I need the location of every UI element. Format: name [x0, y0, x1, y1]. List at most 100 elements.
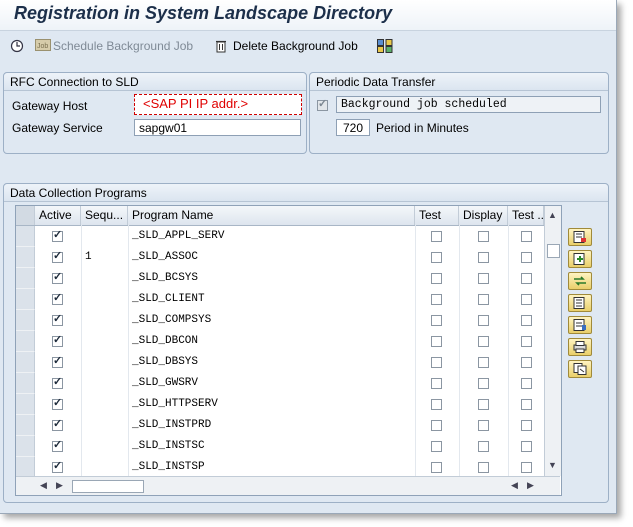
row-selector[interactable] [16, 289, 35, 310]
column-header-test-2[interactable]: Test ... [508, 206, 544, 225]
display-checkbox[interactable] [478, 420, 489, 431]
active-checkbox[interactable] [52, 291, 63, 305]
scroll-down-icon[interactable]: ▼ [548, 460, 557, 470]
column-header-display[interactable]: Display [459, 206, 508, 225]
scroll-left-2-icon[interactable]: ◀ [511, 480, 518, 491]
active-checkbox[interactable] [52, 270, 63, 284]
active-checkbox[interactable] [52, 417, 63, 431]
test-checkbox[interactable] [431, 378, 442, 389]
table-row[interactable]: _SLD_DBCON [16, 331, 544, 352]
test-checkbox[interactable] [431, 252, 442, 263]
scroll-left-icon[interactable]: ◀ [40, 480, 47, 491]
row-selector[interactable] [16, 352, 35, 373]
table-row[interactable]: 1 _SLD_ASSOC [16, 247, 544, 268]
test-2-checkbox[interactable] [521, 231, 532, 242]
test-2-checkbox[interactable] [521, 420, 532, 431]
column-header-program-name[interactable]: Program Name [128, 206, 415, 225]
table-row[interactable]: _SLD_CLIENT [16, 289, 544, 310]
details-button[interactable] [568, 228, 592, 246]
horizontal-scrollbar[interactable]: ◀ ▶ ◀ ▶ [16, 476, 560, 495]
test-checkbox[interactable] [431, 441, 442, 452]
display-checkbox[interactable] [478, 315, 489, 326]
active-checkbox[interactable] [52, 438, 63, 452]
scroll-right-icon[interactable]: ▶ [56, 480, 63, 491]
table-row[interactable]: _SLD_INSTSP [16, 457, 544, 478]
job-overview-button[interactable] [377, 39, 395, 53]
move-button[interactable] [568, 272, 592, 290]
display-checkbox[interactable] [478, 273, 489, 284]
active-checkbox[interactable] [52, 249, 63, 263]
active-checkbox[interactable] [52, 333, 63, 347]
test-2-checkbox[interactable] [521, 441, 532, 452]
test-checkbox[interactable] [431, 294, 442, 305]
active-checkbox[interactable] [52, 396, 63, 410]
row-selector[interactable] [16, 457, 35, 478]
gateway-host-input[interactable]: <SAP PI IP addr.> [134, 94, 302, 115]
test-2-checkbox[interactable] [521, 357, 532, 368]
test-checkbox[interactable] [431, 231, 442, 242]
test-2-checkbox[interactable] [521, 294, 532, 305]
table-row[interactable]: _SLD_BCSYS [16, 268, 544, 289]
display-checkbox[interactable] [478, 294, 489, 305]
active-checkbox[interactable] [52, 312, 63, 326]
scroll-up-icon[interactable]: ▲ [548, 210, 557, 220]
test-2-checkbox[interactable] [521, 273, 532, 284]
display-checkbox[interactable] [478, 252, 489, 263]
row-selector[interactable] [16, 310, 35, 331]
test-2-checkbox[interactable] [521, 252, 532, 263]
horizontal-scroll-thumb[interactable] [72, 480, 144, 493]
column-header-active[interactable]: Active [35, 206, 81, 225]
period-minutes-input[interactable]: 720 [336, 119, 370, 136]
active-checkbox[interactable] [52, 459, 63, 473]
display-checkbox[interactable] [478, 378, 489, 389]
table-row[interactable]: _SLD_INSTSC [16, 436, 544, 457]
detail-view-button[interactable] [568, 316, 592, 334]
row-selector[interactable] [16, 373, 35, 394]
sort-button[interactable] [568, 294, 592, 312]
select-all-cell[interactable] [16, 206, 35, 225]
display-checkbox[interactable] [478, 441, 489, 452]
row-selector[interactable] [16, 331, 35, 352]
display-checkbox[interactable] [478, 231, 489, 242]
row-selector[interactable] [16, 226, 35, 247]
row-selector[interactable] [16, 268, 35, 289]
scroll-right-2-icon[interactable]: ▶ [527, 480, 534, 491]
test-checkbox[interactable] [431, 420, 442, 431]
test-checkbox[interactable] [431, 357, 442, 368]
display-checkbox[interactable] [478, 462, 489, 473]
display-checkbox[interactable] [478, 336, 489, 347]
column-header-sequence[interactable]: Sequ... [81, 206, 128, 225]
column-header-test[interactable]: Test [415, 206, 459, 225]
vertical-scroll-thumb[interactable] [547, 244, 560, 258]
row-selector[interactable] [16, 436, 35, 457]
test-checkbox[interactable] [431, 336, 442, 347]
test-checkbox[interactable] [431, 315, 442, 326]
active-checkbox[interactable] [52, 228, 63, 242]
display-checkbox[interactable] [478, 357, 489, 368]
test-2-checkbox[interactable] [521, 336, 532, 347]
test-checkbox[interactable] [431, 273, 442, 284]
table-row[interactable]: _SLD_DBSYS [16, 352, 544, 373]
copy-button[interactable] [568, 360, 592, 378]
table-row[interactable]: _SLD_APPL_SERV [16, 226, 544, 247]
active-checkbox[interactable] [52, 375, 63, 389]
print-button[interactable] [568, 338, 592, 356]
insert-row-button[interactable] [568, 250, 592, 268]
row-selector[interactable] [16, 415, 35, 436]
table-row[interactable]: _SLD_GWSRV [16, 373, 544, 394]
execute-button[interactable] [10, 39, 28, 53]
test-checkbox[interactable] [431, 462, 442, 473]
test-2-checkbox[interactable] [521, 315, 532, 326]
gateway-service-input[interactable]: sapgw01 [134, 119, 301, 136]
table-row[interactable]: _SLD_INSTPRD [16, 415, 544, 436]
test-2-checkbox[interactable] [521, 462, 532, 473]
delete-background-job-button[interactable]: Delete Background Job [215, 39, 358, 53]
schedule-background-job-button[interactable]: Job Schedule Background Job [35, 39, 193, 53]
test-2-checkbox[interactable] [521, 378, 532, 389]
table-row[interactable]: _SLD_COMPSYS [16, 310, 544, 331]
row-selector[interactable] [16, 247, 35, 268]
table-row[interactable]: _SLD_HTTPSERV [16, 394, 544, 415]
test-2-checkbox[interactable] [521, 399, 532, 410]
vertical-scrollbar[interactable]: ▲ ▼ [544, 206, 561, 476]
display-checkbox[interactable] [478, 399, 489, 410]
